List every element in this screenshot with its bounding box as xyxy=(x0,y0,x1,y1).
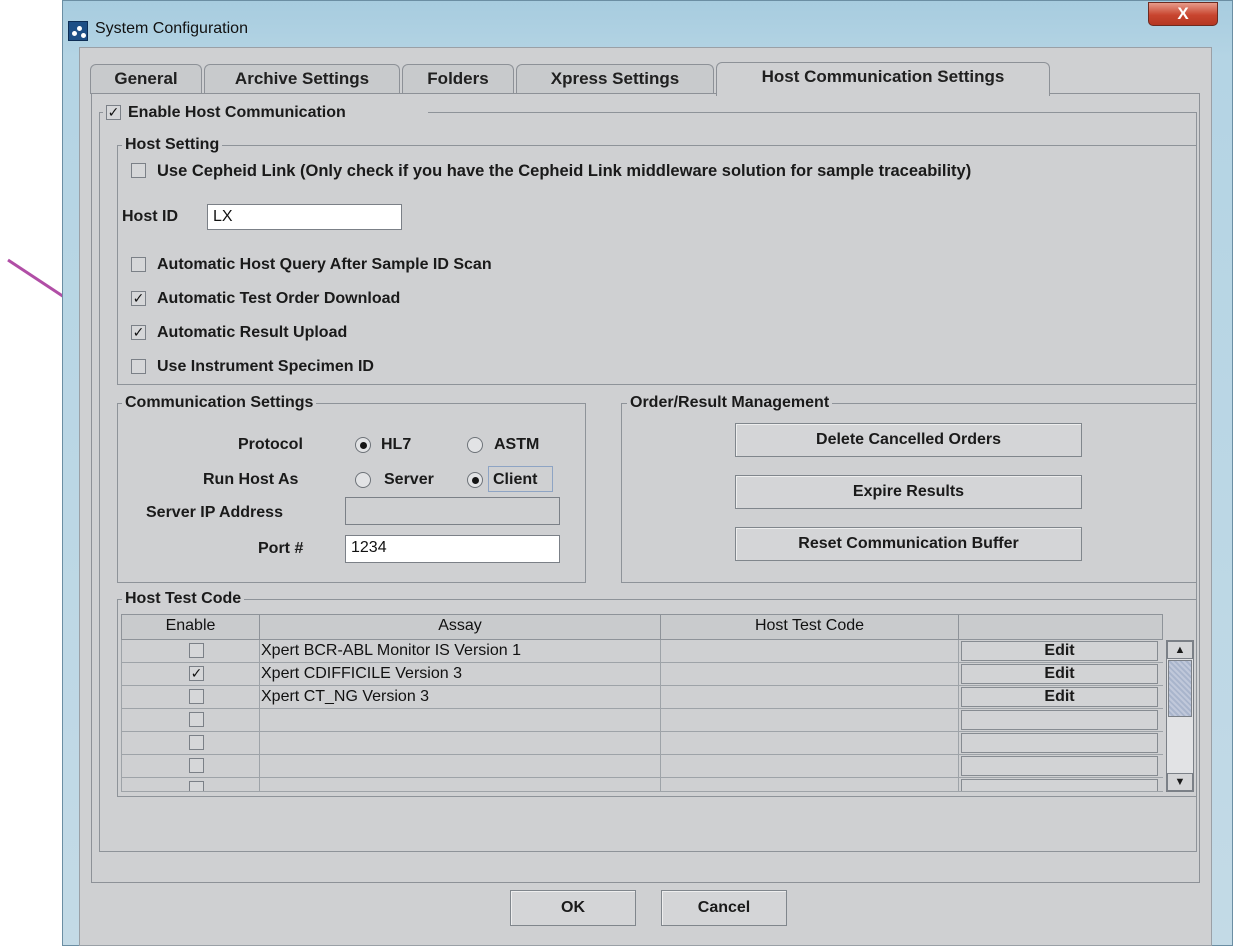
row-edit-button[interactable]: Edit xyxy=(961,664,1158,684)
server-ip-field[interactable] xyxy=(345,497,560,525)
host-setting-legend: Host Setting xyxy=(122,135,223,155)
auto-test-order-download-checkbox[interactable]: ✓ xyxy=(131,291,146,306)
scroll-down-icon[interactable]: ▼ xyxy=(1167,773,1193,791)
delete-cancelled-orders-button[interactable]: Delete Cancelled Orders xyxy=(735,423,1082,457)
auto-host-query-checkbox[interactable] xyxy=(131,257,146,272)
row-assay: Xpert CDIFFICILE Version 3 xyxy=(261,665,462,682)
run-host-server-label: Server xyxy=(384,471,434,488)
row-edit-button[interactable]: Edit xyxy=(961,687,1158,707)
row-enable-checkbox[interactable] xyxy=(189,712,204,727)
row-edit-button[interactable] xyxy=(961,779,1158,791)
enable-host-checkbox[interactable]: ✓ xyxy=(106,105,121,120)
tab-general[interactable]: General xyxy=(90,64,202,94)
column-header-action xyxy=(958,614,1163,640)
auto-host-query-label: Automatic Host Query After Sample ID Sca… xyxy=(157,256,492,273)
row-edit-button[interactable] xyxy=(961,733,1158,753)
app-icon xyxy=(68,21,88,41)
cepheid-link-label: Use Cepheid Link (Only check if you have… xyxy=(157,162,972,180)
row-edit-button[interactable] xyxy=(961,710,1158,730)
instrument-specimen-id-checkbox[interactable] xyxy=(131,359,146,374)
order-result-legend: Order/Result Management xyxy=(627,393,833,413)
communication-settings-legend: Communication Settings xyxy=(122,393,317,413)
protocol-hl7-label: HL7 xyxy=(381,436,412,453)
tab-host-communication-settings[interactable]: Host Communication Settings xyxy=(716,62,1050,96)
protocol-hl7-radio[interactable] xyxy=(355,437,371,453)
host-id-field[interactable]: LX xyxy=(207,204,402,230)
enable-host-label: Enable Host Communication xyxy=(128,104,346,121)
host-id-label: Host ID xyxy=(122,208,178,225)
table-row[interactable] xyxy=(121,778,1163,791)
reset-communication-buffer-button[interactable]: Reset Communication Buffer xyxy=(735,527,1082,561)
scroll-up-icon[interactable]: ▲ xyxy=(1167,641,1193,659)
row-assay: Xpert BCR-ABL Monitor IS Version 1 xyxy=(261,642,521,659)
scroll-thumb[interactable] xyxy=(1168,660,1192,717)
table-row[interactable]: Xpert BCR-ABL Monitor IS Version 1 Edit xyxy=(121,640,1163,662)
table-row[interactable] xyxy=(121,755,1163,777)
run-host-as-label: Run Host As xyxy=(203,471,299,488)
row-enable-checkbox[interactable] xyxy=(189,735,204,750)
ok-button[interactable]: OK xyxy=(510,890,636,926)
cancel-button[interactable]: Cancel xyxy=(661,890,787,926)
row-edit-button[interactable]: Edit xyxy=(961,641,1158,661)
tab-folders[interactable]: Folders xyxy=(402,64,514,94)
run-host-client-label: Client xyxy=(493,471,538,488)
column-header-host-test-code[interactable]: Host Test Code xyxy=(660,614,959,640)
host-test-code-legend: Host Test Code xyxy=(122,589,245,609)
tab-archive-settings[interactable]: Archive Settings xyxy=(204,64,400,94)
protocol-astm-radio[interactable] xyxy=(467,437,483,453)
table-row[interactable] xyxy=(121,709,1163,731)
server-ip-label: Server IP Address xyxy=(146,504,283,521)
port-label: Port # xyxy=(258,540,304,557)
table-row[interactable] xyxy=(121,732,1163,754)
row-edit-button[interactable] xyxy=(961,756,1158,776)
row-enable-checkbox[interactable] xyxy=(189,689,204,704)
auto-test-order-download-label: Automatic Test Order Download xyxy=(157,290,401,307)
instrument-specimen-id-label: Use Instrument Specimen ID xyxy=(157,358,374,375)
row-enable-checkbox[interactable] xyxy=(189,643,204,658)
port-field[interactable]: 1234 xyxy=(345,535,560,563)
row-enable-checkbox[interactable] xyxy=(189,758,204,773)
auto-result-upload-checkbox[interactable]: ✓ xyxy=(131,325,146,340)
auto-result-upload-label: Automatic Result Upload xyxy=(157,324,348,341)
column-header-assay[interactable]: Assay xyxy=(259,614,661,640)
expire-results-button[interactable]: Expire Results xyxy=(735,475,1082,509)
run-host-server-radio[interactable] xyxy=(355,472,371,488)
row-enable-checkbox[interactable] xyxy=(189,781,204,791)
protocol-label: Protocol xyxy=(238,436,303,453)
cepheid-link-checkbox[interactable] xyxy=(131,163,146,178)
column-header-enable[interactable]: Enable xyxy=(121,614,260,640)
window-title: System Configuration xyxy=(95,20,248,37)
tab-xpress-settings[interactable]: Xpress Settings xyxy=(516,64,714,94)
row-assay: Xpert CT_NG Version 3 xyxy=(261,688,430,705)
close-button[interactable]: X xyxy=(1148,2,1218,26)
row-enable-checkbox[interactable]: ✓ xyxy=(189,666,204,681)
table-row[interactable]: ✓ Xpert CDIFFICILE Version 3 Edit xyxy=(121,663,1163,685)
protocol-astm-label: ASTM xyxy=(494,436,540,453)
run-host-client-radio[interactable] xyxy=(467,472,483,488)
table-row[interactable]: Xpert CT_NG Version 3 Edit xyxy=(121,686,1163,708)
